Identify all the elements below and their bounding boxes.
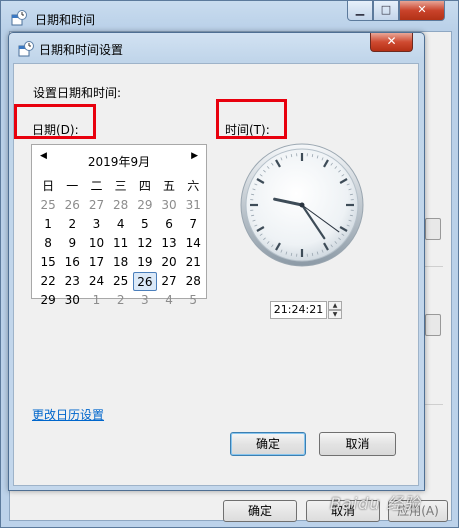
- calendar-day[interactable]: 2: [60, 215, 84, 234]
- outer-side-button[interactable]: [425, 218, 441, 240]
- outer-window-title: 日期和时间: [35, 13, 96, 27]
- calendar-day[interactable]: 1: [84, 291, 108, 310]
- calendar-day[interactable]: 27: [157, 272, 181, 291]
- weekday-label: 三: [114, 179, 127, 193]
- calendar-day[interactable]: 4: [109, 215, 133, 234]
- calendar[interactable]: ◀ 2019年9月 ▶ 日一二三四五六 25 26 27 28 29 30 31 1 2 3 4 5 6…: [31, 144, 207, 307]
- time-input[interactable]: 21:24:21: [270, 301, 327, 319]
- outer-side-button[interactable]: [425, 314, 441, 336]
- calendar-day[interactable]: 13: [157, 234, 181, 253]
- calendar-grid: 日一二三四五六 25 26 27 28 29 30 31 1 2 3 4 5 6 7 8 9 10 11 12 13 1…: [36, 177, 205, 310]
- weekday-label: 四: [138, 179, 151, 193]
- dialog-ok-button[interactable]: 确定: [230, 432, 306, 456]
- dialog-title: 日期和时间设置: [39, 43, 124, 57]
- close-icon: ✕: [417, 3, 427, 16]
- calendar-day[interactable]: 5: [181, 291, 205, 310]
- divider: [425, 266, 443, 267]
- calendar-week-row: 15 16 17 18 19 20 21: [36, 253, 205, 272]
- calendar-week-row: 25 26 27 28 29 30 31: [36, 196, 205, 215]
- calendar-day[interactable]: 18: [109, 253, 133, 272]
- calendar-day[interactable]: 12: [133, 234, 157, 253]
- calendar-day[interactable]: 30: [157, 196, 181, 215]
- weekday-label: 一: [66, 179, 79, 193]
- calendar-day[interactable]: 23: [60, 272, 84, 291]
- watermark-text: Baidu 经验: [330, 494, 421, 513]
- divider: [425, 404, 443, 405]
- calendar-day[interactable]: 8: [36, 234, 60, 253]
- weekday-header-row: 日一二三四五六: [36, 177, 205, 196]
- calendar-day[interactable]: 28: [181, 272, 205, 291]
- calendar-day[interactable]: 31: [181, 196, 205, 215]
- dialog-cancel-button[interactable]: 取消: [319, 432, 396, 456]
- minimize-button[interactable]: ▁: [347, 1, 373, 21]
- calendar-day[interactable]: 7: [181, 215, 205, 234]
- calendar-day-selected[interactable]: 26: [132, 272, 157, 291]
- analog-clock: [240, 143, 364, 267]
- calendar-day[interactable]: 24: [84, 272, 108, 291]
- calendar-day[interactable]: 3: [84, 215, 108, 234]
- calendar-day[interactable]: 22: [36, 272, 60, 291]
- calendar-day[interactable]: 29: [133, 196, 157, 215]
- calendar-day[interactable]: 16: [60, 253, 84, 272]
- calendar-week-row: 22 23 24 25 26 27 28: [36, 272, 205, 291]
- dialog-close-button[interactable]: ✕: [370, 33, 413, 52]
- time-decrease-button[interactable]: ▼: [328, 310, 342, 319]
- close-icon: ✕: [386, 34, 397, 48]
- calendar-week-row: 1234567: [36, 215, 205, 234]
- calendar-day[interactable]: 5: [133, 215, 157, 234]
- maximize-icon: □: [380, 3, 392, 16]
- calendar-day[interactable]: 1: [36, 215, 60, 234]
- date-highlight-box: [14, 104, 96, 139]
- calendar-day[interactable]: 14: [181, 234, 205, 253]
- calendar-week-row: 29 30 1 2 3 4 5: [36, 291, 205, 310]
- change-calendar-settings-link[interactable]: 更改日历设置: [32, 406, 104, 423]
- weekday-label: 五: [163, 179, 176, 193]
- calendar-day[interactable]: 20: [157, 253, 181, 272]
- calendar-day[interactable]: 11: [109, 234, 133, 253]
- calendar-month-label[interactable]: 2019年9月: [32, 153, 206, 170]
- maximize-button[interactable]: □: [373, 1, 399, 21]
- calendar-day[interactable]: 25: [109, 272, 133, 291]
- calendar-day[interactable]: 3: [133, 291, 157, 310]
- calendar-day[interactable]: 29: [36, 291, 60, 310]
- calendar-day[interactable]: 6: [157, 215, 181, 234]
- calendar-day[interactable]: 26: [60, 196, 84, 215]
- date-time-dialog-icon: [18, 41, 34, 57]
- calendar-day[interactable]: 19: [133, 253, 157, 272]
- minimize-icon: ▁: [355, 3, 365, 16]
- clock-center-pin: [299, 202, 305, 208]
- time-highlight-box: [216, 99, 287, 139]
- calendar-week-row: 8 9 10 11 12 13 14: [36, 234, 205, 253]
- calendar-day[interactable]: 9: [60, 234, 84, 253]
- calendar-day[interactable]: 17: [84, 253, 108, 272]
- calendar-day[interactable]: 21: [181, 253, 205, 272]
- calendar-day[interactable]: 10: [84, 234, 108, 253]
- weekday-label: 二: [90, 179, 103, 193]
- calendar-day[interactable]: 4: [157, 291, 181, 310]
- next-month-icon[interactable]: ▶: [191, 151, 198, 161]
- calendar-day[interactable]: 15: [36, 253, 60, 272]
- outer-ok-button[interactable]: 确定: [223, 500, 297, 522]
- outer-close-button[interactable]: ✕: [399, 1, 445, 21]
- time-increase-button[interactable]: ▲: [328, 301, 342, 310]
- calendar-day[interactable]: 2: [109, 291, 133, 310]
- date-time-app-icon: [11, 10, 27, 26]
- calendar-day[interactable]: 30: [60, 291, 84, 310]
- weekday-label: 六: [187, 179, 200, 193]
- calendar-day[interactable]: 28: [109, 196, 133, 215]
- calendar-day[interactable]: 27: [84, 196, 108, 215]
- calendar-day[interactable]: 25: [36, 196, 60, 215]
- dialog-heading: 设置日期和时间:: [33, 86, 122, 100]
- weekday-label: 日: [42, 179, 55, 193]
